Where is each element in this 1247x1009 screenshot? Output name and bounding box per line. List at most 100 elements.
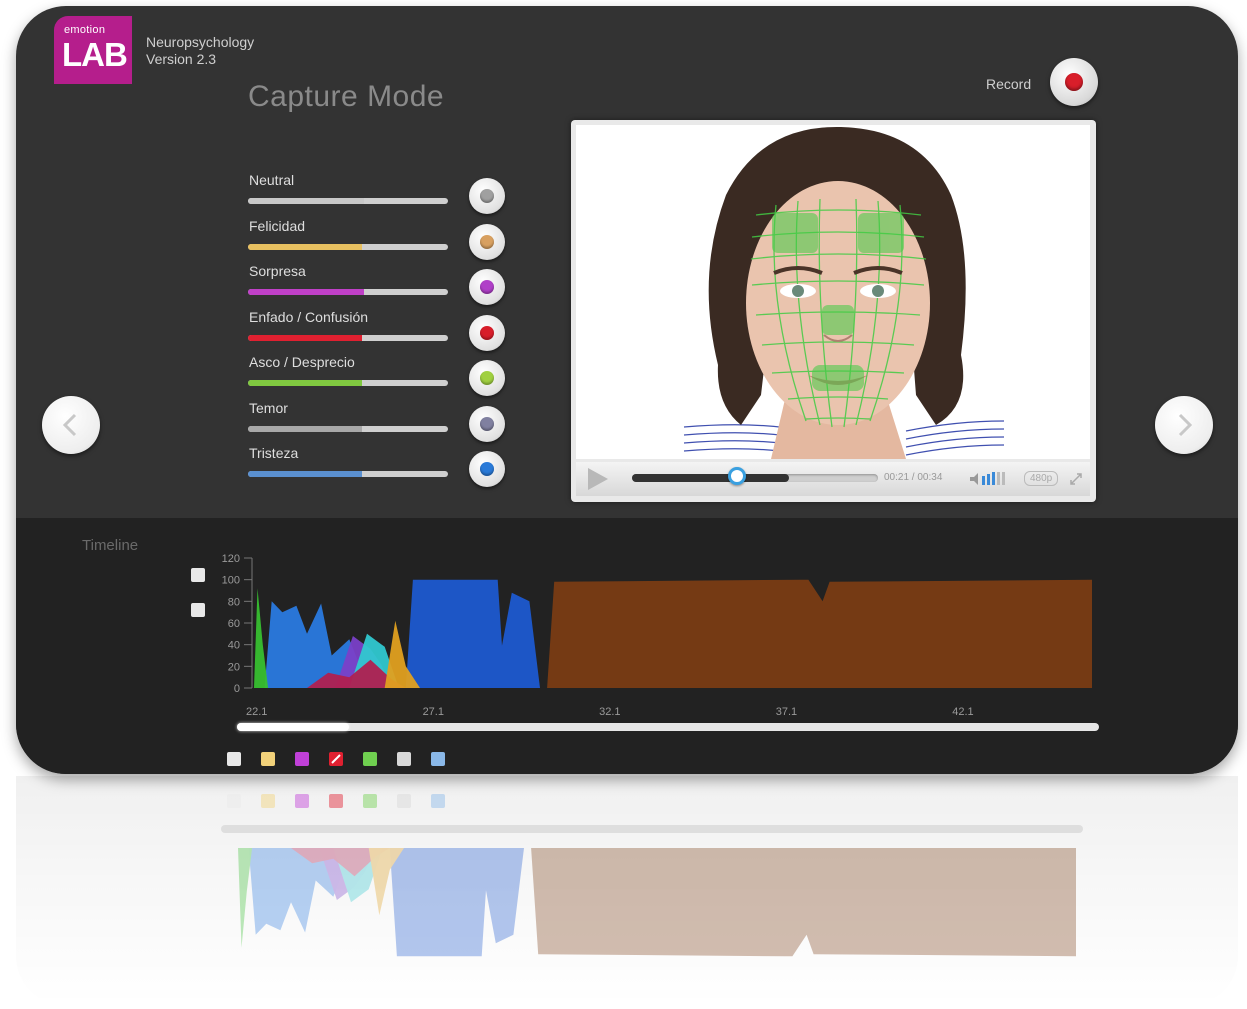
emotion-level-bar: [248, 471, 448, 477]
timeline-range-fill: [237, 723, 350, 731]
app-version: Version 2.3: [146, 51, 217, 67]
y-tick-label: 40: [228, 640, 240, 652]
chevron-left-icon: [62, 413, 77, 437]
reflection-chart: [238, 848, 1076, 957]
page-title: Capture Mode: [248, 80, 445, 113]
seek-thumb[interactable]: [728, 467, 747, 485]
previous-button[interactable]: [42, 396, 100, 454]
record-label: Record: [986, 76, 1032, 92]
legend-toggle-checkbox[interactable]: [329, 752, 343, 766]
seek-buffered: [632, 474, 790, 482]
emotion-level-fill: [248, 334, 362, 341]
time-display: 00:21 / 00:34: [884, 472, 943, 483]
reflection-legend-box: [329, 794, 343, 808]
legend-toggle-checkbox[interactable]: [227, 752, 241, 766]
emotion-toggle-button[interactable]: [469, 269, 505, 305]
emotion-color-dot: [480, 280, 494, 294]
emotion-label: Enfado / Confusión: [249, 308, 369, 325]
logo-text-main: LAB: [62, 36, 128, 73]
emotion-color-dot: [480, 371, 494, 385]
x-tick-label: 27.1: [423, 706, 444, 718]
area-series-5: [254, 588, 269, 688]
play-icon[interactable]: [588, 468, 608, 490]
emotion-level-bar: [248, 243, 448, 250]
app-name: Neuropsychology Version 2.3: [146, 34, 254, 68]
x-tick-label: 42.1: [952, 706, 973, 718]
device-reflection: [16, 776, 1238, 1006]
chart-toggle-checkbox[interactable]: [191, 568, 205, 582]
y-tick-label: 20: [228, 661, 240, 673]
emotion-level-bar: [248, 425, 448, 432]
area-series-1: [389, 848, 524, 957]
emotion-label: Neutral: [249, 172, 295, 188]
legend-toggle-checkbox[interactable]: [397, 752, 411, 766]
reflection-range-track: [221, 825, 1083, 833]
chart-toggle-checkbox[interactable]: [191, 603, 205, 617]
area-series-5: [238, 848, 253, 948]
emotion-level-fill: [248, 289, 364, 295]
logo-text-small: emotion: [64, 24, 106, 36]
reflection-legend-box: [431, 794, 445, 808]
app-title: Neuropsychology: [146, 34, 255, 50]
area-series-0: [531, 848, 1076, 957]
emotion-level-fill: [248, 198, 364, 204]
emotion-toggle-button[interactable]: [469, 451, 505, 487]
x-tick-label: 32.1: [599, 706, 620, 718]
emotion-label: Asco / Desprecio: [249, 354, 355, 370]
emotion-toggle-button[interactable]: [469, 178, 505, 214]
area-series-1: [405, 579, 540, 688]
video-controls: 00:21 / 00:34 480p: [576, 462, 1090, 496]
legend-toggle-checkbox[interactable]: [261, 752, 275, 766]
video-player: 00:21 / 00:34 480p: [571, 120, 1096, 502]
y-tick-label: 80: [228, 596, 240, 608]
timeline-label: Timeline: [82, 537, 139, 554]
fullscreen-icon[interactable]: [1068, 471, 1084, 487]
emotion-toggle-button[interactable]: [469, 405, 505, 442]
record-button[interactable]: [1050, 58, 1098, 106]
emotion-label: Temor: [249, 399, 288, 416]
emotion-toggle-button[interactable]: [469, 223, 505, 260]
volume-icon[interactable]: [968, 470, 1010, 488]
check-icon: [331, 754, 341, 764]
seek-bar[interactable]: [632, 467, 878, 485]
record-icon: [1065, 73, 1083, 91]
y-tick-label: 0: [234, 683, 240, 695]
emotion-color-dot: [480, 325, 494, 340]
timeline-range-slider[interactable]: [237, 723, 1099, 731]
legend-toggle-checkbox[interactable]: [431, 752, 445, 766]
emotion-toggle-button[interactable]: [469, 360, 505, 396]
emotion-level-bar: [248, 334, 448, 341]
y-tick-label: 60: [228, 618, 240, 630]
emotion-timeline-chart: 120 100 80 60 40 20 0 22.1 27.1 32.1 37.1 42.1: [222, 553, 1092, 718]
legend-toggle-checkbox[interactable]: [295, 752, 309, 766]
emotion-label: Felicidad: [249, 217, 306, 234]
app-logo: emotion LAB: [54, 16, 132, 84]
emotion-label: Tristeza: [249, 445, 299, 461]
reflection-legend-box: [295, 794, 309, 808]
emotion-level-bar: [248, 289, 448, 295]
reflection-legend-box: [227, 794, 241, 808]
x-tick-label: 22.1: [246, 706, 267, 718]
emotion-color-dot: [480, 189, 494, 203]
next-button[interactable]: [1155, 396, 1213, 454]
emotion-level-bar: [248, 198, 448, 204]
emotion-level-fill: [248, 380, 362, 386]
emotion-label: Sorpresa: [249, 263, 306, 279]
emotion-level-fill: [248, 243, 362, 250]
reflection-legend-box: [397, 794, 411, 808]
quality-button[interactable]: 480p: [1024, 471, 1059, 486]
legend-toggle-checkbox[interactable]: [363, 752, 377, 766]
chevron-right-icon: [1178, 413, 1193, 437]
video-frame[interactable]: [576, 125, 1090, 459]
device-frame: emotion LAB Neuropsychology Version 2.3 …: [16, 6, 1238, 774]
y-tick-label: 100: [222, 575, 240, 587]
y-tick-label: 120: [222, 553, 240, 565]
emotion-level-fill: [248, 425, 362, 432]
emotion-color-dot: [480, 234, 494, 249]
emotion-toggle-button[interactable]: [469, 314, 505, 351]
x-tick-label: 37.1: [776, 706, 797, 718]
reflection-legend-box: [363, 794, 377, 808]
emotion-level-bar: [248, 380, 448, 386]
emotion-color-dot: [480, 462, 494, 476]
face-tracking-image: [683, 126, 1005, 459]
